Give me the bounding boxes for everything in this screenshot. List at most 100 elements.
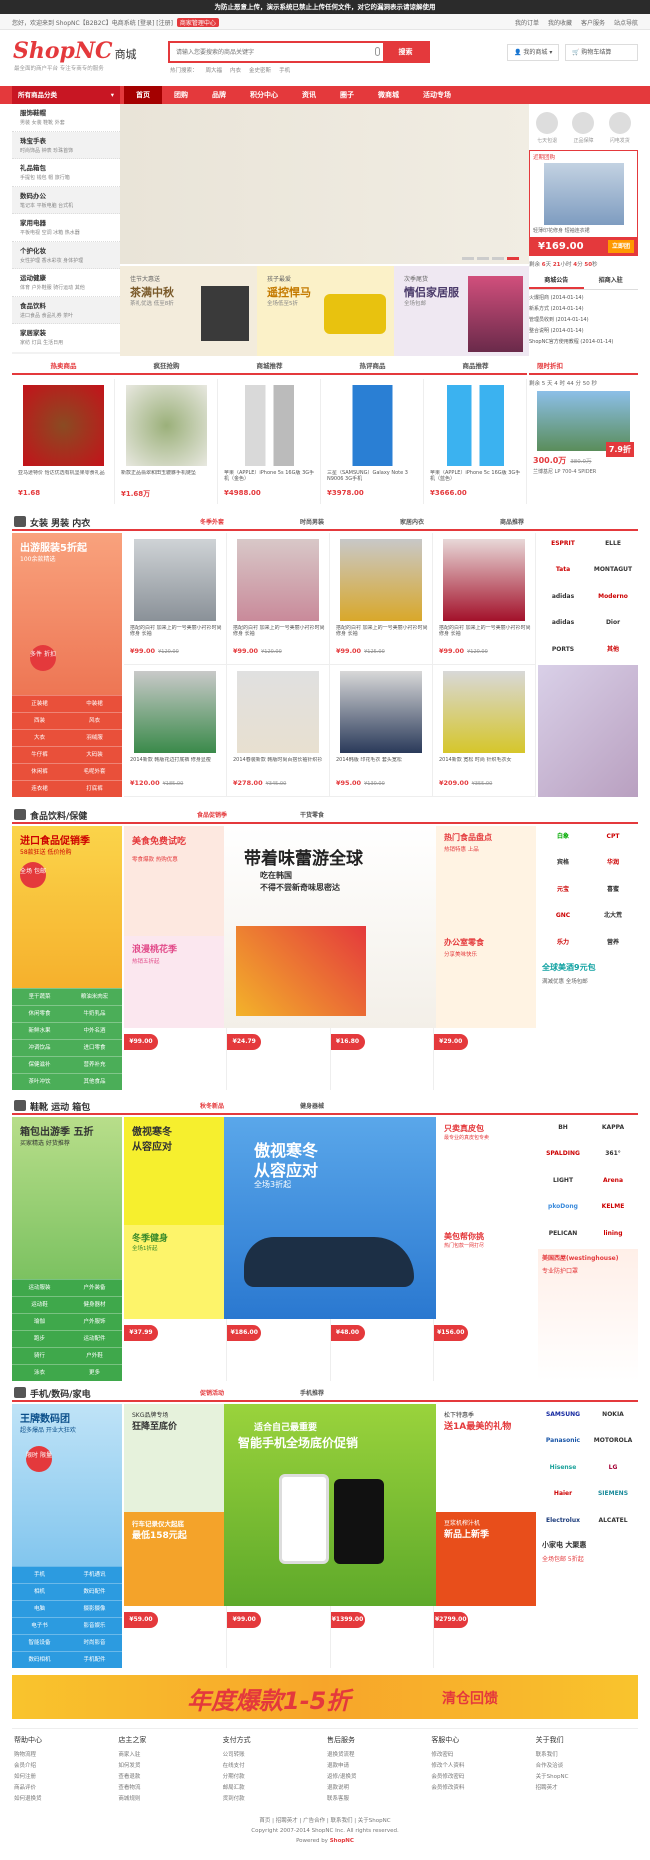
product-card[interactable]: 三星（SAMSUNG）Galaxy Note 3 N9006 3G手机 ¥3978… [321, 379, 424, 504]
brand-logo[interactable]: LIGHT [538, 1170, 588, 1192]
floor-tag[interactable]: 运动配件 [67, 1330, 122, 1347]
floor-tag[interactable]: 粮油米肉宏 [67, 988, 122, 1005]
floor-tag[interactable]: 数码相机 [12, 1651, 67, 1668]
nav-circle[interactable]: 圈子 [328, 86, 366, 104]
floor-side-promo[interactable] [538, 665, 638, 797]
news-item[interactable]: 整合说明 (2014-01-14) [529, 327, 638, 334]
product-card[interactable]: ¥99.00 [124, 1028, 228, 1090]
nav-groupbuy[interactable]: 团购 [162, 86, 200, 104]
promo-tile[interactable]: 美包帮你挑 热门包款一网打尽 [436, 1225, 536, 1319]
product-card[interactable]: ¥59.00 [124, 1606, 228, 1668]
footer-link[interactable]: 商品评价 [14, 1783, 116, 1791]
groupbuy-image[interactable] [544, 163, 624, 225]
brand-logo[interactable]: 361° [588, 1143, 638, 1165]
promo-tile[interactable]: 松下特惠季 送1A最美的礼物 [436, 1404, 536, 1512]
footer-link[interactable]: 修改个人资料 [431, 1761, 533, 1769]
site-logo[interactable]: ShopNC 商城 [13, 38, 137, 64]
floor-tag[interactable]: 健身器材 [67, 1296, 122, 1313]
floor-tag[interactable]: 手机配件 [67, 1651, 122, 1668]
floor-tab[interactable]: 健身器械 [262, 1101, 362, 1110]
brand-logo[interactable]: ALCATEL [588, 1510, 638, 1532]
floor-tag[interactable]: 营养补充 [67, 1056, 122, 1073]
product-card[interactable]: ¥186.00 [227, 1319, 331, 1381]
brand-logo[interactable]: KELME [588, 1196, 638, 1218]
floor-tag[interactable]: 户外鞋 [67, 1347, 122, 1364]
brand-logo[interactable]: PELICAN [538, 1223, 588, 1245]
tab-hot[interactable]: 热卖商品 [12, 359, 115, 373]
microphone-icon[interactable] [375, 47, 380, 56]
product-card[interactable]: ¥48.00 [330, 1319, 434, 1381]
brand-logo[interactable]: GNC [538, 905, 588, 927]
brand-logo[interactable]: Haier [538, 1483, 588, 1505]
brand-logo[interactable]: Tata [538, 559, 588, 581]
brand-logo[interactable]: 北大荒 [588, 905, 638, 927]
floor-tag[interactable]: 户外装备 [67, 1279, 122, 1296]
floor-tag[interactable]: 智能设备 [12, 1634, 67, 1651]
footer-link[interactable]: 公司转账 [223, 1750, 325, 1758]
floor-tag[interactable]: 冲调饮品 [12, 1039, 67, 1056]
floor-tag[interactable]: 相机 [12, 1583, 67, 1600]
floor-side-promo[interactable]: 全球美酒9元包 满减优惠 全场包邮 [538, 958, 638, 1090]
floor-tag[interactable]: 影音娱乐 [67, 1617, 122, 1634]
promo-tile[interactable]: 行车记录仪大起底 最低158元起 [124, 1512, 224, 1606]
brand-logo[interactable]: 乐力 [538, 932, 588, 954]
category-item[interactable]: 数码办公 笔记本 平板电脑 台式机 [12, 187, 120, 214]
tab-join[interactable]: 招商入驻 [584, 272, 639, 289]
footer-link[interactable]: 在线支付 [223, 1761, 325, 1769]
product-card[interactable]: ¥37.99 [124, 1319, 228, 1381]
product-card[interactable]: ¥29.00 [433, 1028, 536, 1090]
brand-logo[interactable]: Moderno [588, 586, 638, 608]
brand-logo[interactable]: SAMSUNG [538, 1404, 588, 1426]
news-item[interactable]: ShopNC官方使用教程 (2014-01-14) [529, 338, 638, 345]
footer-link[interactable]: 关于ShopNC [536, 1772, 638, 1780]
footer-link[interactable]: 如何退换货 [14, 1794, 116, 1802]
brand-logo[interactable]: adidas [538, 586, 588, 608]
promo-big[interactable]: 适合自己最重要 智能手机全场底价促销 [224, 1404, 436, 1606]
category-item[interactable]: 礼品箱包 手提包 钱包 帽 旅行箱 [12, 159, 120, 187]
nav-micro-mall[interactable]: 微商城 [366, 86, 411, 104]
promo-tile[interactable]: SKG品牌专场 狂降至底价 [124, 1404, 224, 1512]
product-card[interactable]: 2014新款 宽松 时尚 针织毛衣女 ¥209.00 ¥355.00 [433, 665, 536, 797]
brand-logo[interactable]: 元宝 [538, 879, 588, 901]
floor-tag[interactable]: 运动服装 [12, 1279, 67, 1296]
footer-link[interactable]: 会员修改资料 [431, 1783, 533, 1791]
floor-tag[interactable]: 更多 [67, 1364, 122, 1381]
floor-tab[interactable]: 促销活动 [162, 1388, 262, 1397]
floor-tag[interactable]: 摄影摄像 [67, 1600, 122, 1617]
floor-tag[interactable]: 骑行 [12, 1347, 67, 1364]
product-card[interactable]: ¥16.80 [330, 1028, 434, 1090]
floor-tag[interactable]: 瑜伽 [12, 1313, 67, 1330]
hot-keyword[interactable]: 手机 [279, 66, 290, 74]
floor-tag[interactable]: 茶叶冲饮 [12, 1073, 67, 1090]
groupbuy-button[interactable]: 立即团 [607, 240, 634, 253]
floor-tag[interactable]: 电子书 [12, 1617, 67, 1634]
brand-logo[interactable]: NOKIA [588, 1404, 638, 1426]
floor-tab[interactable]: 家居内衣 [362, 517, 462, 526]
powered-brand[interactable]: ShopNC [330, 1838, 354, 1844]
brand-logo[interactable]: 营养 [588, 932, 638, 954]
footer-link[interactable]: 合作及洽谈 [536, 1761, 638, 1769]
brand-logo[interactable]: BH [538, 1117, 588, 1139]
promo-tile[interactable]: 热门食品盘点 热销特惠 上品 [436, 826, 536, 931]
category-item[interactable]: 家居家装 家纺 灯具 生活日用 [12, 324, 120, 352]
brand-logo[interactable]: MOTOROLA [588, 1430, 638, 1452]
product-card[interactable]: ¥24.79 [227, 1028, 331, 1090]
footer-link[interactable]: 招聘英才 [536, 1783, 638, 1791]
footer-link[interactable]: 查看退款 [118, 1772, 220, 1780]
product-card[interactable]: 新款正品翡翠和田玉貔貅手机链坠 ¥1.68万 [115, 379, 218, 504]
nav-points[interactable]: 积分中心 [238, 86, 290, 104]
product-card[interactable]: 2014韩版 印花毛衣 套头宽松 ¥95.00 ¥130.00 [330, 665, 433, 797]
site-nav-link[interactable]: 站点导航 [614, 18, 638, 27]
floor-tag[interactable]: 羽绒服 [67, 729, 122, 746]
news-item[interactable]: 新系方式 (2014-01-14) [529, 305, 638, 312]
floor-tag[interactable]: 大码装 [67, 746, 122, 763]
product-card[interactable]: ¥2799.00 [433, 1606, 536, 1668]
promo-banner[interactable]: 佳节大惠送 茶满中秋 茶礼优选 低至8折 [120, 266, 257, 356]
floor-tag[interactable]: 中装裙 [67, 695, 122, 712]
footer-link[interactable]: 退款申请 [327, 1761, 429, 1769]
floor-tag[interactable]: 休闲零食 [12, 1005, 67, 1022]
brand-logo[interactable]: 宾格 [538, 852, 588, 874]
floor-tab[interactable]: 手机推荐 [262, 1388, 362, 1397]
footer-link[interactable]: 商城规则 [118, 1794, 220, 1802]
floor-tag[interactable]: 连衣裙 [12, 780, 67, 797]
